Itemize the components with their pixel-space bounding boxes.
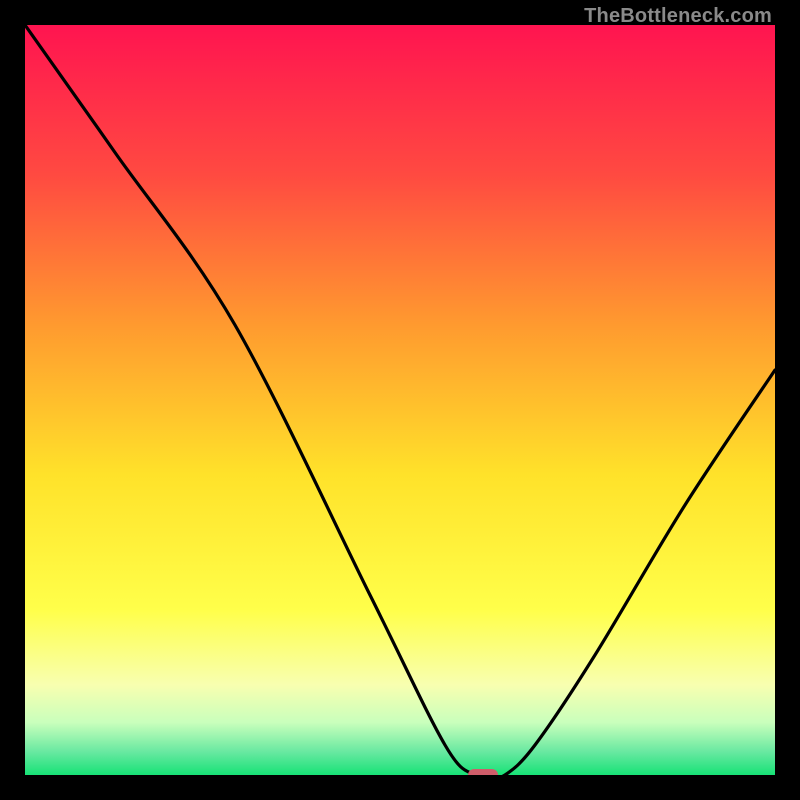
chart-frame: TheBottleneck.com — [0, 0, 800, 800]
plot-area — [25, 25, 775, 775]
bottleneck-curve — [25, 25, 775, 775]
optimal-marker — [468, 769, 498, 775]
watermark-label: TheBottleneck.com — [584, 5, 772, 28]
